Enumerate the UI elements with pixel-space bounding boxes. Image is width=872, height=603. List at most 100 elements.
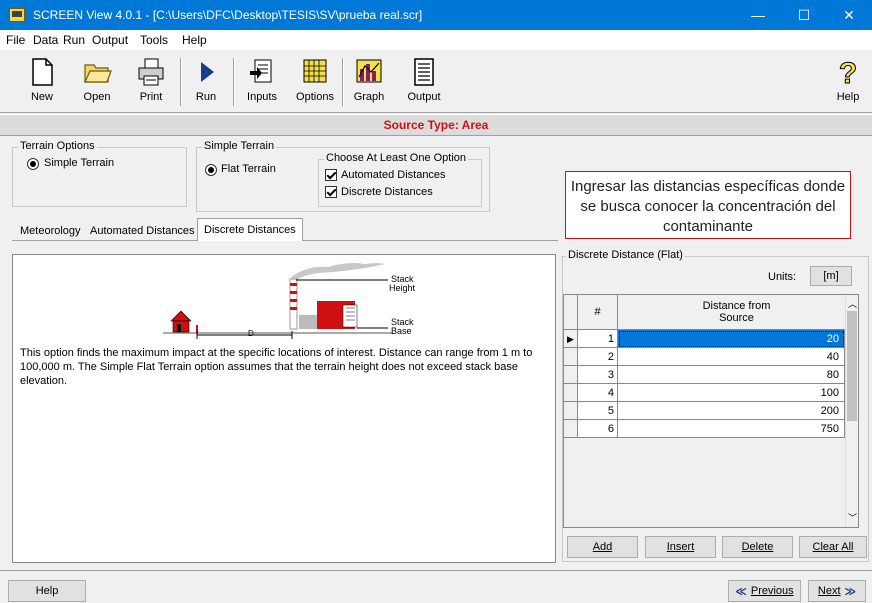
print-button[interactable]: Print [129,56,173,110]
row-selector[interactable] [564,402,578,420]
close-button[interactable]: ✕ [826,0,872,30]
menu-bar: File Data Run Output Tools Help [0,30,872,50]
open-label: Open [83,91,111,103]
menu-run[interactable]: Run [63,33,85,47]
menu-file[interactable]: File [6,33,25,47]
scroll-down-icon[interactable]: ﹀ [848,511,857,524]
previous-label: Previous [750,585,794,597]
next-button[interactable]: Next ≫ [808,580,866,602]
new-file-icon [27,57,57,87]
scrollbar-thumb[interactable] [847,311,857,421]
add-button[interactable]: Add [567,536,638,558]
toolbar-separator [233,58,235,106]
chevron-left-icon: ≪ [735,585,747,598]
current-row-indicator[interactable]: ▶ [564,330,578,348]
column-header-distance[interactable]: Distance from Source [618,295,856,330]
output-label: Output [407,91,441,103]
row-selector[interactable] [564,348,578,366]
insert-button[interactable]: Insert [645,536,716,558]
menu-data[interactable]: Data [33,33,58,47]
source-type-bar: Source Type: Area [0,114,872,136]
menu-tools[interactable]: Tools [140,33,168,47]
maximize-button[interactable]: ☐ [781,0,827,30]
units-label: Units: [768,271,797,283]
automated-distances-checkbox[interactable] [325,169,337,181]
illustration-panel: Stack Height Stack Base D This option fi… [12,254,556,563]
table-row[interactable]: 6 750 [564,420,845,438]
graph-label: Graph [353,91,385,103]
row-number-cell: 4 [578,384,618,402]
clear-all-button[interactable]: Clear All [799,536,867,558]
insert-button-label: Insert [666,541,695,553]
annotation-note: Ingresar las distancias específicas dond… [565,171,851,239]
distance-cell[interactable]: 200 [618,402,845,420]
app-icon[interactable] [9,8,25,22]
stack-height-label-2: Height [389,283,416,293]
table-row[interactable]: 4 100 [564,384,845,402]
table-row[interactable]: ▶ 1 20 [564,330,845,348]
output-button[interactable]: Output [402,56,446,110]
distance-table[interactable]: # Distance from Source ▶ 1 20 2 40 3 80 4 100 5 20… [563,294,859,528]
table-scrollbar[interactable]: ︿ ﹀ [845,295,858,527]
source-type-label: Source Type: Area [383,118,489,132]
flat-terrain-label[interactable]: Flat Terrain [221,163,276,175]
distance-cell[interactable]: 80 [618,366,845,384]
tab-automated-distances[interactable]: Automated Distances [84,222,201,240]
units-button[interactable]: [m] [810,266,852,286]
row-selector[interactable] [564,366,578,384]
help-toolbar-label: Help [836,91,860,103]
choose-option-label: Choose At Least One Option [324,152,469,164]
distance-cell[interactable]: 100 [618,384,845,402]
distance-cell[interactable]: 20 [618,330,845,348]
row-number-cell: 2 [578,348,618,366]
option-description: This option finds the maximum impact at … [20,347,533,387]
stack-diagram [163,263,393,339]
menu-output[interactable]: Output [92,33,128,47]
minimize-button[interactable]: — [735,0,781,30]
column-header-number[interactable]: # [578,295,618,330]
tab-meteorology[interactable]: Meteorology [14,222,87,240]
row-number-cell: 3 [578,366,618,384]
inputs-button[interactable]: Inputs [240,56,284,110]
simple-terrain-radio[interactable] [27,158,39,170]
help-toolbar-button[interactable]: ? Help [826,56,870,110]
table-row[interactable]: 2 40 [564,348,845,366]
graph-button[interactable]: Graph [347,56,391,110]
help-button[interactable]: Help [8,580,86,602]
menu-help[interactable]: Help [182,33,207,47]
row-selector[interactable] [564,384,578,402]
discrete-distances-checkbox[interactable] [325,186,337,198]
new-label: New [30,91,53,103]
new-button[interactable]: New [20,56,64,110]
table-row[interactable]: 3 80 [564,366,845,384]
terrain-options-group [12,147,187,207]
scroll-up-icon[interactable]: ︿ [848,297,857,310]
flat-terrain-radio[interactable] [205,164,217,176]
window-title: SCREEN View 4.0.1 - [C:\Users\DFC\Deskto… [33,8,423,22]
open-button[interactable]: Open [75,56,119,110]
row-selector[interactable] [564,420,578,438]
options-label: Options [296,91,334,103]
delete-button[interactable]: Delete [722,536,793,558]
play-icon [191,57,221,87]
question-mark-icon: ? [833,57,863,91]
options-button[interactable]: Options [293,56,337,110]
row-selector-header [564,295,578,330]
bottom-separator [0,570,872,571]
options-grid-icon [300,57,330,87]
terrain-options-label: Terrain Options [18,140,97,152]
inputs-icon [247,57,277,87]
automated-distances-label[interactable]: Automated Distances [341,169,446,181]
run-button[interactable]: Run [184,56,228,110]
simple-terrain-label[interactable]: Simple Terrain [44,157,114,169]
distance-cell[interactable]: 40 [618,348,845,366]
output-document-icon [409,57,439,87]
previous-button[interactable]: ≪ Previous [728,580,801,602]
discrete-distances-label[interactable]: Discrete Distances [341,186,433,198]
distance-cell[interactable]: 750 [618,420,845,438]
print-label: Print [139,91,163,103]
chevron-right-icon: ≫ [844,585,857,598]
tab-discrete-distances[interactable]: Discrete Distances [197,218,303,241]
table-row[interactable]: 5 200 [564,402,845,420]
run-label: Run [195,91,217,103]
